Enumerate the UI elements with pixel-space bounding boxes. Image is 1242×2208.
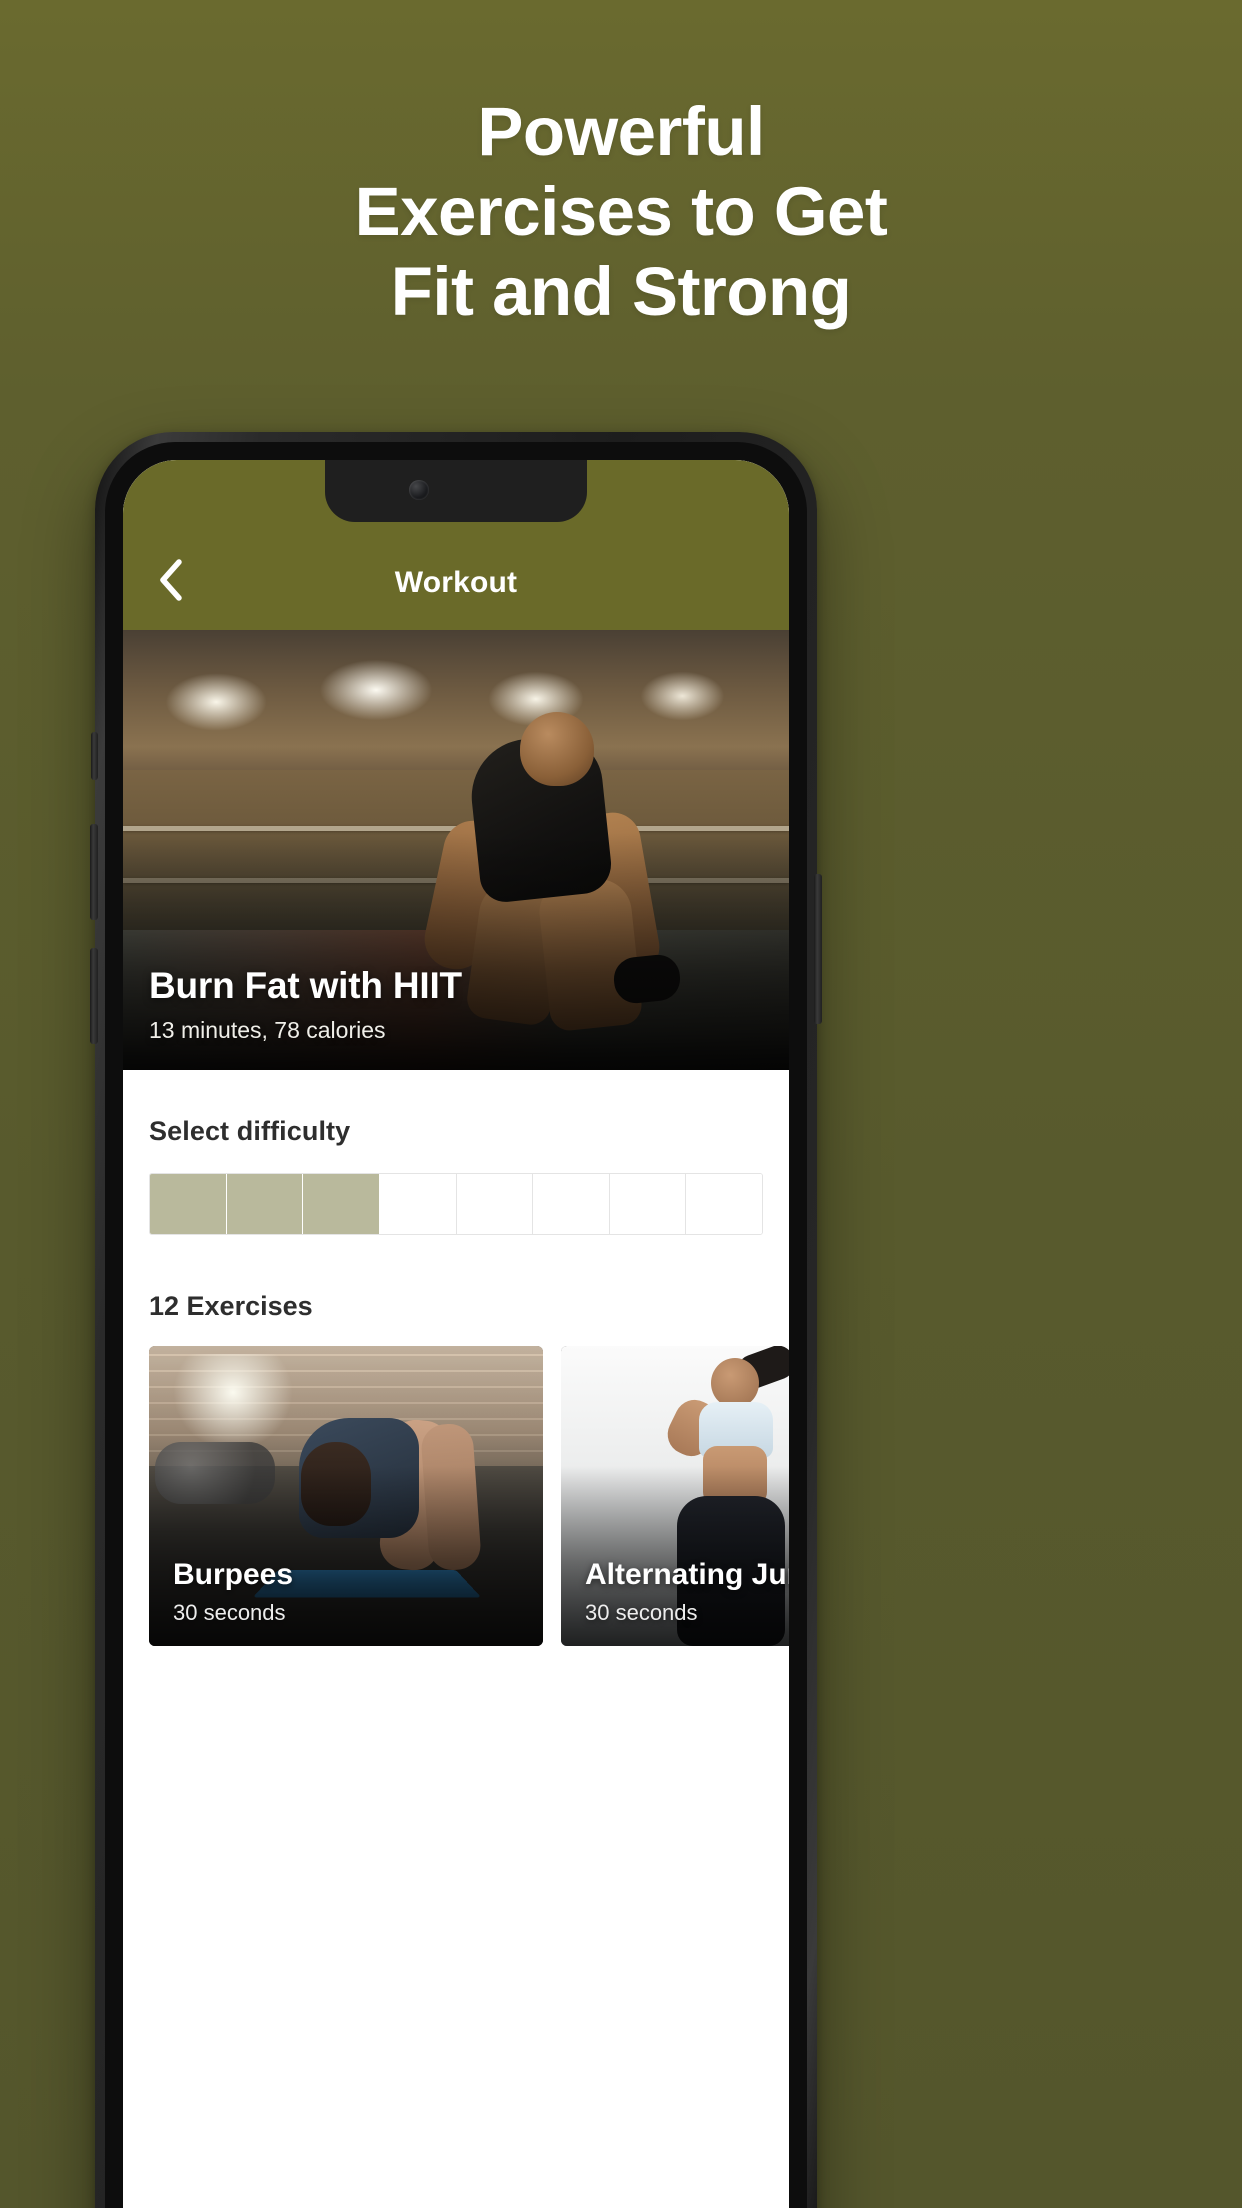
difficulty-segment-8[interactable] (686, 1174, 762, 1234)
select-difficulty-label: Select difficulty (149, 1116, 351, 1146)
phone-screen: Workout Burn Fat with HIIT 13 minutes, 7… (123, 460, 789, 2208)
exercise-text-block: Alternating Jumps 30 seconds (585, 1558, 789, 1626)
exercise-card[interactable]: Alternating Jumps 30 seconds (561, 1346, 789, 1646)
difficulty-segment-5[interactable] (456, 1174, 534, 1234)
exercise-carousel[interactable]: Burpees 30 seconds Alternating Ju 30 sec… (149, 1346, 789, 1646)
exercise-text-block: Burpees 30 seconds (173, 1558, 529, 1626)
exercise-name: Alternating Jumps (585, 1558, 789, 1591)
front-camera-icon (409, 480, 429, 500)
power-button[interactable] (814, 874, 822, 1024)
difficulty-segment-2[interactable] (226, 1174, 304, 1234)
silence-switch[interactable] (91, 732, 98, 780)
difficulty-segment-6[interactable] (533, 1174, 610, 1234)
volume-down-button[interactable] (90, 948, 98, 1044)
difficulty-selector[interactable] (149, 1173, 763, 1235)
exercise-card[interactable]: Burpees 30 seconds (149, 1346, 543, 1646)
workout-content: Select difficulty 12 Exercises Burpees 3… (123, 1070, 789, 2208)
hero-subtitle: 13 minutes, 78 calories (149, 1017, 386, 1043)
difficulty-segment-4[interactable] (379, 1174, 457, 1234)
exercise-duration: 30 seconds (585, 1600, 698, 1625)
difficulty-segment-7[interactable] (609, 1174, 687, 1234)
difficulty-segment-1[interactable] (150, 1174, 227, 1234)
workout-app: Workout Burn Fat with HIIT 13 minutes, 7… (123, 460, 789, 2208)
difficulty-segment-3[interactable] (303, 1174, 380, 1234)
promo-headline: Powerful Exercises to Get Fit and Strong (354, 93, 888, 330)
exercise-name: Burpees (173, 1558, 294, 1591)
phone-notch (325, 460, 587, 522)
volume-up-button[interactable] (90, 824, 98, 920)
phone-device-frame: Workout Burn Fat with HIIT 13 minutes, 7… (90, 432, 822, 2208)
exercise-duration: 30 seconds (173, 1600, 286, 1625)
promo-screenshot: Powerful Exercises to Get Fit and Strong (0, 0, 1242, 2208)
page-title: Workout (394, 566, 518, 599)
hero-title: Burn Fat with HIIT (149, 965, 462, 1006)
hero-text-block: Burn Fat with HIIT 13 minutes, 78 calori… (149, 965, 763, 1044)
exercises-count-label: 12 Exercises (149, 1291, 313, 1321)
workout-hero-card[interactable]: Burn Fat with HIIT 13 minutes, 78 calori… (123, 630, 789, 1070)
